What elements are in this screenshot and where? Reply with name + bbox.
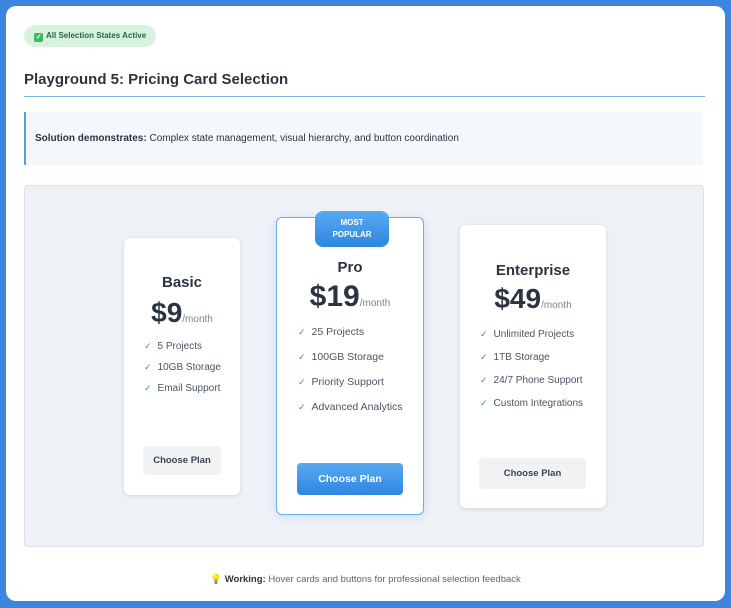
plan-name: Basic: [161, 274, 203, 291]
main-panel: ✓ All Selection States Active Playground …: [6, 6, 725, 601]
plan-price-period: /month: [541, 300, 572, 311]
choose-plan-button-basic[interactable]: Choose Plan: [143, 446, 221, 475]
plan-price: $9/month: [124, 297, 240, 329]
plan-price-amount: $49: [494, 283, 542, 314]
check-icon: ✓: [144, 383, 152, 393]
footer-label: Working:: [224, 574, 266, 585]
check-icon: ✓: [144, 341, 152, 351]
plan-name: Enterprise: [495, 262, 571, 279]
check-icon: ✓: [298, 327, 306, 337]
feature-item: ✓ 24/7 Phone Support: [480, 375, 583, 386]
check-icon: ✓: [34, 33, 43, 42]
check-icon: ✓: [298, 402, 306, 412]
plan-price-period: /month: [359, 298, 391, 309]
feature-item: ✓ 1TB Storage: [480, 352, 550, 363]
page-title: Playground 5: Pricing Card Selection: [24, 71, 289, 88]
lightbulb-icon: 💡: [210, 574, 223, 585]
plan-price-period: /month: [182, 314, 213, 325]
pricing-card-pro[interactable]: MOST POPULAR Pro $19/month ✓ 25 Projects ✓…: [276, 211, 424, 515]
feature-item: ✓ Advanced Analytics: [298, 401, 403, 413]
check-icon: ✓: [298, 352, 306, 362]
check-icon: ✓: [144, 362, 152, 372]
pricing-card-enterprise[interactable]: Enterprise $49/month ✓ Unlimited Projects…: [460, 225, 606, 508]
feature-list: ✓ 5 Projects ✓ 10GB Storage ✓ Email Support: [144, 341, 240, 394]
feature-item: ✓ Email Support: [144, 383, 221, 394]
choose-plan-button-enterprise[interactable]: Choose Plan: [479, 458, 586, 489]
plan-price-amount: $19: [309, 280, 360, 313]
feature-item: ✓ 100GB Storage: [298, 351, 384, 363]
feature-item: ✓ Priority Support: [298, 376, 384, 388]
status-badge-label: All Selection States Active: [46, 31, 147, 40]
feature-item: ✓ Unlimited Projects: [480, 329, 575, 340]
check-icon: ✓: [480, 375, 488, 385]
title-divider: [24, 96, 705, 97]
plan-price: $49/month: [460, 283, 606, 315]
feature-item: ✓ Custom Integrations: [480, 398, 584, 409]
check-icon: ✓: [480, 329, 488, 339]
status-badge: ✓ All Selection States Active: [24, 25, 157, 47]
feature-list: ✓ 25 Projects ✓ 100GB Storage ✓ Priority Su…: [298, 326, 423, 413]
pricing-stage: Basic $9/month ✓ 5 Projects ✓ 10GB Storage…: [24, 185, 704, 547]
solution-note-label: Solution demonstrates:: [35, 133, 147, 144]
feature-list: ✓ Unlimited Projects ✓ 1TB Storage ✓ 24/7 P…: [480, 329, 606, 409]
solution-note: Solution demonstrates: Complex state man…: [24, 112, 703, 165]
check-icon: ✓: [298, 377, 306, 387]
feature-item: ✓ 5 Projects: [144, 341, 203, 352]
check-icon: ✓: [480, 398, 488, 408]
footer-text: Hover cards and buttons for professional…: [268, 574, 521, 585]
most-popular-ribbon: MOST POPULAR: [315, 211, 389, 247]
pricing-card-basic[interactable]: Basic $9/month ✓ 5 Projects ✓ 10GB Storage…: [124, 238, 240, 495]
footer-hint: 💡 Working: Hover cards and buttons for p…: [6, 574, 725, 585]
feature-item: ✓ 10GB Storage: [144, 362, 221, 373]
choose-plan-button-pro[interactable]: Choose Plan: [297, 463, 403, 495]
plan-name: Pro: [337, 259, 363, 276]
plan-price-amount: $9: [151, 297, 183, 328]
solution-note-text: Complex state management, visual hierarc…: [149, 133, 459, 144]
plan-price: $19/month: [277, 280, 423, 314]
feature-item: ✓ 25 Projects: [298, 326, 365, 338]
check-icon: ✓: [480, 352, 488, 362]
